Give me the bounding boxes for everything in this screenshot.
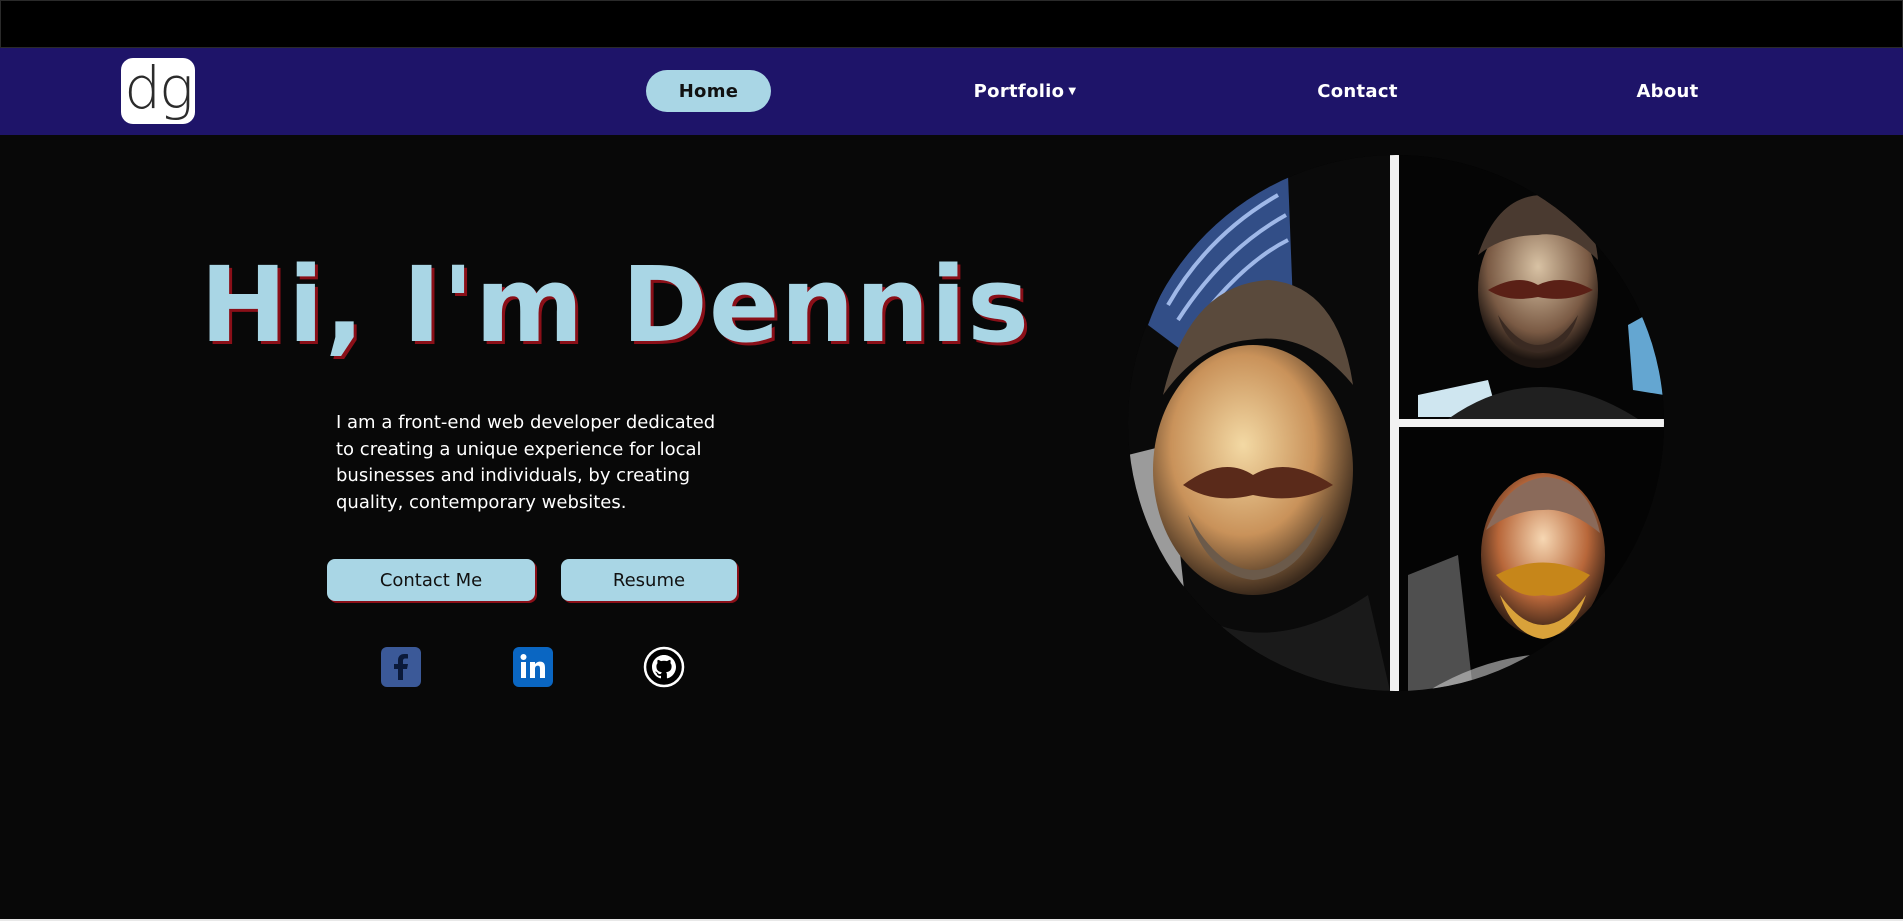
nav-portfolio-label: Portfolio: [973, 80, 1065, 102]
nav-home[interactable]: Home: [646, 70, 771, 112]
contact-me-label: Contact Me: [379, 569, 483, 591]
nav-about-label: About: [1636, 80, 1699, 102]
resume-button[interactable]: Resume: [561, 559, 737, 601]
linkedin-icon[interactable]: [512, 646, 554, 688]
nav-contact[interactable]: Contact: [1300, 70, 1415, 112]
facebook-icon[interactable]: [380, 646, 422, 688]
browser-top-bar: [0, 0, 1903, 48]
github-icon[interactable]: [643, 646, 685, 688]
nav-about[interactable]: About: [1605, 70, 1730, 112]
nav-contact-label: Contact: [1317, 80, 1398, 102]
resume-label: Resume: [612, 569, 686, 591]
navbar: dg Home Portfolio ▼ Contact About: [0, 48, 1903, 135]
hero-title: Hi, I'm Dennis: [200, 244, 1031, 366]
logo[interactable]: dg: [121, 58, 195, 124]
contact-me-button[interactable]: Contact Me: [327, 559, 535, 601]
hero-intro: I am a front-end web developer dedicated…: [336, 412, 716, 513]
logo-text: dg: [124, 58, 194, 122]
profile-photo-collage: [1128, 155, 1664, 691]
caret-down-icon: ▼: [1068, 85, 1077, 97]
nav-portfolio[interactable]: Portfolio ▼: [960, 70, 1090, 112]
nav-home-label: Home: [678, 80, 739, 102]
